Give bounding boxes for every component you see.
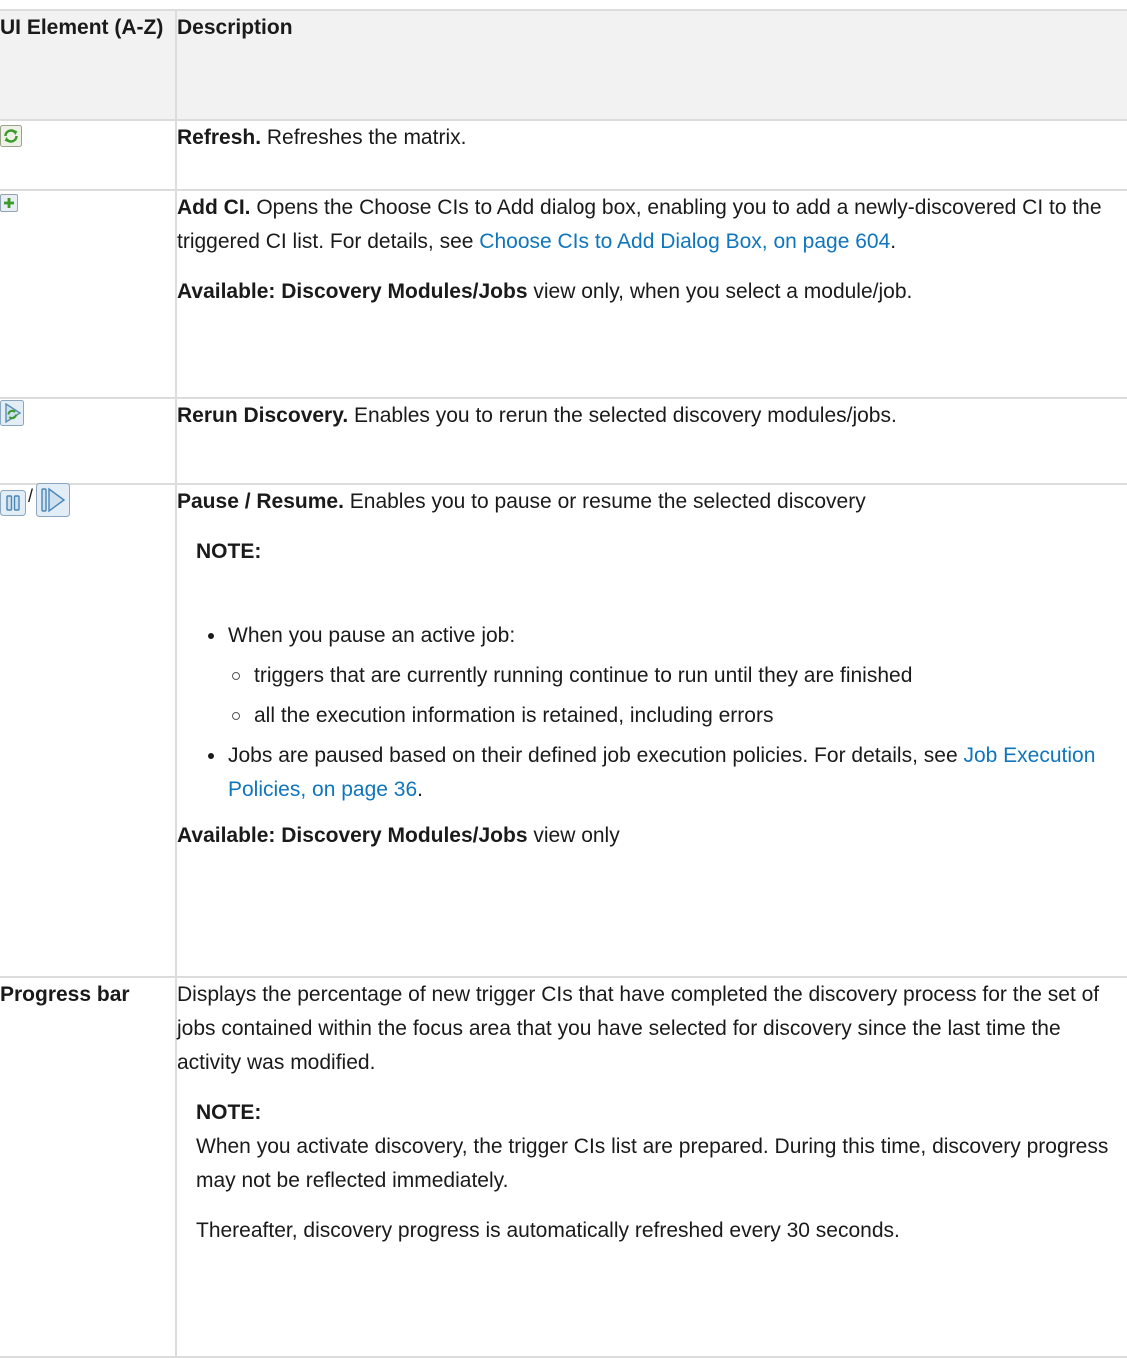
pause-notes-list: When you pause an active job: triggers t… [177, 619, 1127, 807]
table-row: Progress bar Displays the percentage of … [0, 976, 1127, 1358]
rerun-discovery-icon [0, 400, 24, 437]
column-header-description: Description [175, 9, 1127, 121]
bullet-text-after: . [417, 778, 423, 801]
description-cell: Refresh. Refreshes the matrix. [175, 119, 1127, 191]
table-row: Add CI. Opens the Choose CIs to Add dial… [0, 189, 1127, 399]
ui-element-cell [0, 397, 177, 485]
ui-element-cell [0, 189, 177, 399]
list-item: When you pause an active job: triggers t… [205, 619, 1127, 733]
note-block: NOTE: When you activate discovery, the t… [196, 1096, 1127, 1248]
add-icon [0, 189, 18, 223]
pause-icon [0, 490, 26, 527]
add-ci-title: Add CI. [177, 196, 251, 219]
resume-icon [36, 483, 71, 528]
pause-available-text: view only [527, 824, 620, 847]
list-item: all the execution information is retaine… [230, 699, 1127, 733]
add-ci-text-after: . [890, 230, 897, 253]
table-row: Refresh. Refreshes the matrix. [0, 119, 1127, 191]
table-row: / Pause / Resume. Enables you to pause o… [0, 483, 1127, 978]
table-row: Rerun Discovery. Enables you to rerun th… [0, 397, 1127, 485]
note-title: NOTE: [196, 540, 262, 563]
sub-list: triggers that are currently running cont… [228, 659, 1127, 733]
description-cell: Displays the percentage of new trigger C… [175, 976, 1127, 1358]
add-ci-available-label: Available: Discovery Modules/Jobs [177, 280, 528, 303]
rerun-title: Rerun Discovery. [177, 404, 349, 427]
refresh-title: Refresh. [177, 126, 262, 149]
note-text-2: Thereafter, discovery progress is automa… [196, 1219, 900, 1242]
pause-resume-title: Pause / Resume. [177, 490, 344, 513]
note-text: When you activate discovery, the trigger… [196, 1135, 1109, 1192]
list-item: Jobs are paused based on their defined j… [205, 739, 1127, 807]
pause-resume-separator: / [28, 486, 34, 506]
list-item: triggers that are currently running cont… [230, 659, 1127, 693]
ui-element-cell [0, 119, 177, 191]
bullet-text: When you pause an active job: [228, 624, 516, 647]
note-block: NOTE: [196, 535, 1127, 569]
progress-bar-label: Progress bar [0, 983, 130, 1006]
progress-text: Displays the percentage of new trigger C… [177, 983, 1100, 1074]
ui-element-cell: / [0, 483, 177, 978]
choose-cis-link[interactable]: Choose CIs to Add Dialog Box, on page 60… [479, 230, 890, 253]
description-cell: Add CI. Opens the Choose CIs to Add dial… [175, 189, 1127, 399]
add-ci-available-text: view only, when you select a module/job. [527, 280, 913, 303]
table-header-row: UI Element (A-Z) Description [0, 9, 1127, 121]
description-cell: Pause / Resume. Enables you to pause or … [175, 483, 1127, 978]
pause-available-label: Available: Discovery Modules/Jobs [177, 824, 528, 847]
ui-element-cell: Progress bar [0, 976, 177, 1358]
refresh-text: Refreshes the matrix. [261, 126, 467, 149]
description-cell: Rerun Discovery. Enables you to rerun th… [175, 397, 1127, 485]
rerun-text: Enables you to rerun the selected discov… [348, 404, 897, 427]
note-title: NOTE: [196, 1101, 262, 1124]
pause-resume-text: Enables you to pause or resume the selec… [343, 490, 866, 513]
ui-elements-table: UI Element (A-Z) Description Refresh. Re… [0, 9, 1127, 1358]
refresh-icon [0, 124, 22, 158]
column-header-ui-element: UI Element (A-Z) [0, 9, 177, 121]
bullet-text: Jobs are paused based on their defined j… [228, 744, 964, 767]
